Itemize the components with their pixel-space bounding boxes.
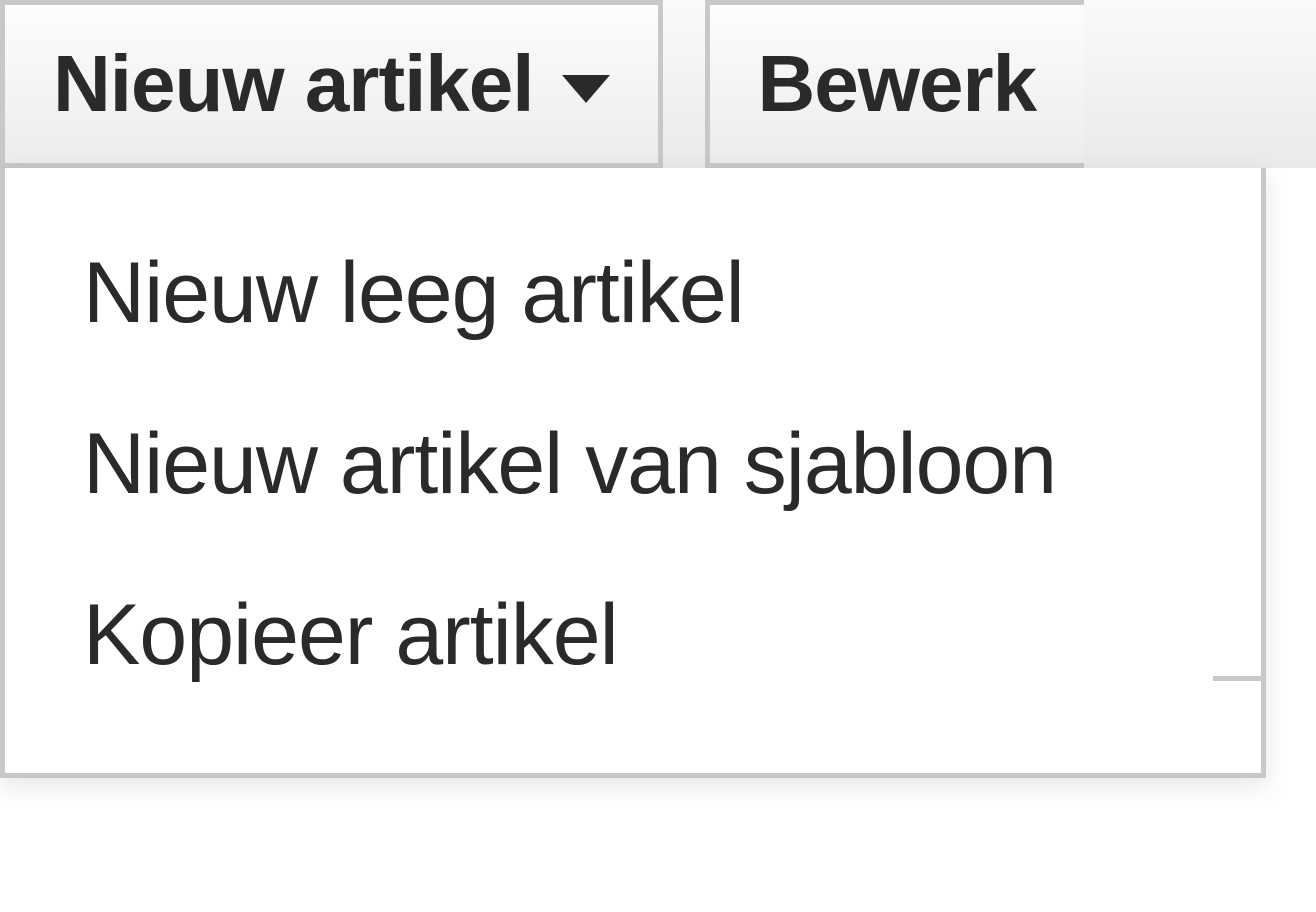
chevron-down-icon: [562, 75, 610, 103]
dropdown-item-copy-article[interactable]: Kopieer artikel: [5, 550, 1261, 721]
new-article-button[interactable]: Nieuw artikel: [0, 0, 663, 168]
edit-label: Bewerk: [758, 38, 1037, 130]
separator-indicator: [1213, 676, 1261, 681]
dropdown-item-new-from-template[interactable]: Nieuw artikel van sjabloon: [5, 379, 1261, 550]
new-article-dropdown-menu: Nieuw leeg artikel Nieuw artikel van sja…: [0, 168, 1266, 778]
dropdown-item-new-empty-article[interactable]: Nieuw leeg artikel: [5, 208, 1261, 379]
edit-button[interactable]: Bewerk: [705, 0, 1085, 168]
toolbar: Nieuw artikel Bewerk: [0, 0, 1316, 168]
new-article-label: Nieuw artikel: [53, 38, 534, 130]
